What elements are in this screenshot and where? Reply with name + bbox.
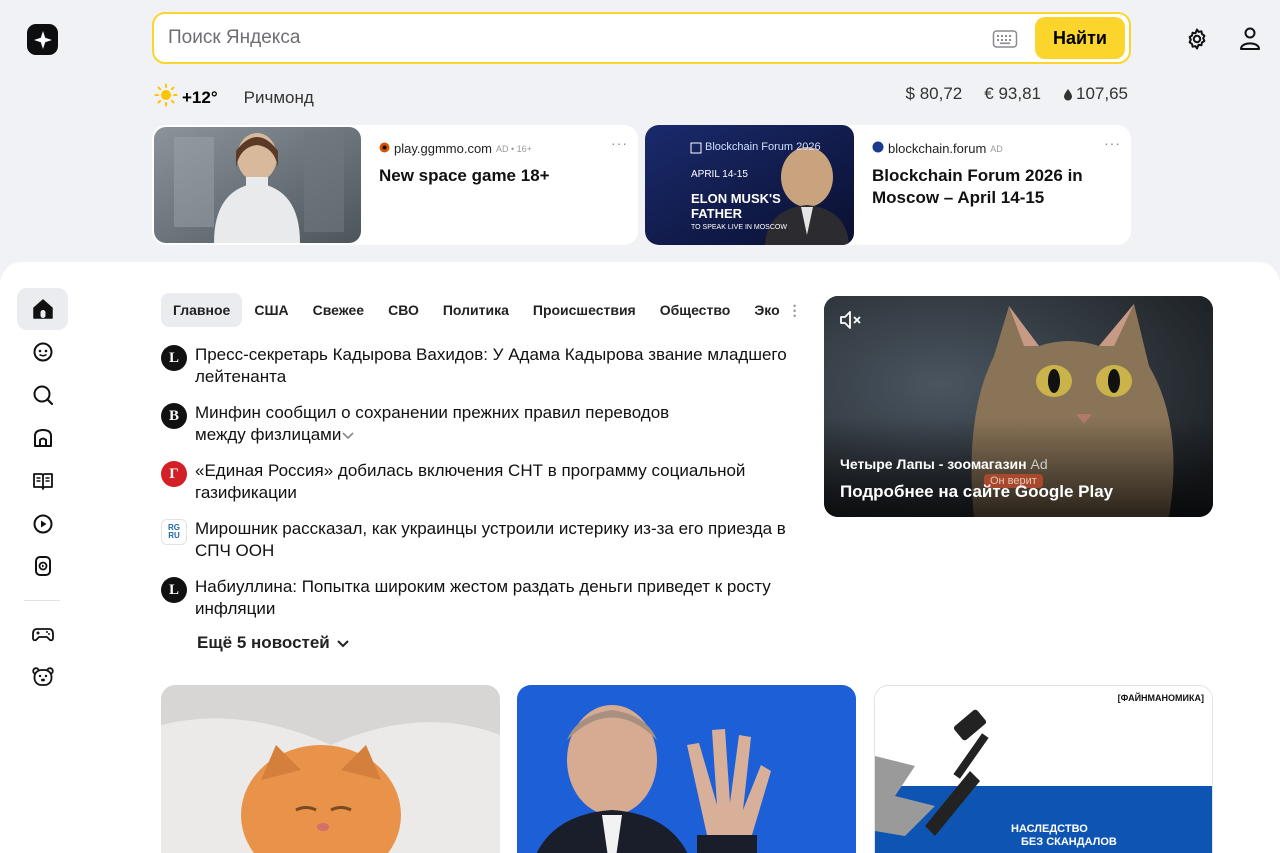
ad-image-headline: ELON MUSK'S FATHER xyxy=(691,191,781,221)
sidebar-search-icon[interactable] xyxy=(17,374,68,416)
sidebar-divider xyxy=(24,600,60,601)
sidebar-games-icon[interactable] xyxy=(17,613,68,655)
ad-image-game xyxy=(154,127,361,243)
sidebar-tv-icon[interactable] xyxy=(17,545,68,587)
news-headline[interactable]: Набиуллина: Попытка широким жестом разда… xyxy=(195,576,801,619)
blockchain-site-icon xyxy=(872,141,884,156)
ad-label: AD • 16+ xyxy=(496,143,532,154)
video-ad-advertiser: Четыре Лапы - зоомагазин Ad xyxy=(840,456,1048,472)
weather-temperature: +12° xyxy=(182,87,218,107)
weather-widget[interactable]: +12° Ричмонд xyxy=(154,83,314,112)
news-source-icon: L xyxy=(161,577,187,603)
more-news-button[interactable]: Ещё 5 новостей xyxy=(197,633,350,653)
news-item[interactable]: L Набиуллина: Попытка широким жестом раз… xyxy=(161,576,801,619)
news-headline[interactable]: Мирошник рассказал, как украинцы устроил… xyxy=(195,518,801,561)
news-item[interactable]: Г «Единая Россия» добилась включения СНТ… xyxy=(161,460,801,503)
sidebar-kids-bear-icon[interactable] xyxy=(17,656,68,698)
news-source-icon: RG RU xyxy=(161,519,187,545)
rate-oil[interactable]: 107,65 xyxy=(1063,84,1128,104)
story-card-putin[interactable] xyxy=(517,685,856,853)
ad-image-blockchain: Blockchain Forum 2026 APRIL 14-15 ELON M… xyxy=(645,125,854,245)
video-ad-cta[interactable]: Подробнее на сайте Google Play xyxy=(840,482,1113,502)
ad-image-date: APRIL 14-15 xyxy=(691,169,748,180)
mute-icon[interactable] xyxy=(838,308,864,337)
news-source-icon: B xyxy=(161,403,187,429)
news-item[interactable]: B Минфин сообщил о сохранении прежних пр… xyxy=(161,402,801,445)
yandex-logo-icon[interactable] xyxy=(27,24,58,55)
sidebar-news-book-icon[interactable] xyxy=(17,460,68,502)
tab-politics[interactable]: Политика xyxy=(431,293,521,327)
ad-card-blockchain[interactable]: Blockchain Forum 2026 APRIL 14-15 ELON M… xyxy=(645,125,1131,245)
story-card-finance[interactable]: [ФАЙНМАНОМИКА] НАСЛЕДСТВО БЕЗ СКАНДАЛОВ xyxy=(874,685,1213,853)
search-input[interactable] xyxy=(168,24,968,52)
news-item[interactable]: RG RU Мирошник рассказал, как украинцы у… xyxy=(161,518,801,561)
chevron-down-icon[interactable] xyxy=(341,425,355,444)
rate-oil-value: 107,65 xyxy=(1076,84,1128,103)
currency-rates: $ 80,72 € 93,81 107,65 xyxy=(906,84,1128,104)
video-ad[interactable]: Он верит Четыре Лапы - зоомагазин Ad Под… xyxy=(824,296,1213,517)
sidebar-video-icon[interactable] xyxy=(17,503,68,545)
ad-card-game[interactable]: play.ggmmo.com AD • 16+ New space game 1… xyxy=(152,125,638,245)
settings-gear-icon[interactable] xyxy=(1184,26,1210,52)
search-button[interactable]: Найти xyxy=(1035,17,1125,59)
chevron-down-icon xyxy=(336,633,350,653)
more-tabs-icon[interactable]: ⋮ xyxy=(788,302,802,319)
news-list: L Пресс-секретарь Кадырова Вахидов: У Ад… xyxy=(161,344,801,634)
news-source-icon: Г xyxy=(161,461,187,487)
news-headline-text: Минфин сообщил о сохранении прежних прав… xyxy=(195,403,670,444)
rate-eur[interactable]: € 93,81 xyxy=(984,84,1041,104)
news-item[interactable]: L Пресс-секретарь Кадырова Вахидов: У Ад… xyxy=(161,344,801,387)
video-ad-advertiser-name: Четыре Лапы - зоомагазин xyxy=(840,456,1027,472)
news-source-icon: L xyxy=(161,345,187,371)
ad-source-blockchain: blockchain.forum AD xyxy=(872,141,1003,156)
tab-economy[interactable]: Эко xyxy=(742,293,783,327)
card-caption-line2: БЕЗ СКАНДАЛОВ xyxy=(1021,836,1117,848)
sidebar-market-icon[interactable] xyxy=(17,417,68,459)
more-options-icon[interactable]: ··· xyxy=(611,135,628,151)
news-headline[interactable]: «Единая Россия» добилась включения СНТ в… xyxy=(195,460,775,503)
tab-main[interactable]: Главное xyxy=(161,293,243,327)
oil-drop-icon xyxy=(1064,88,1072,100)
ad-label: Ad xyxy=(1030,456,1048,472)
ad-source-domain: blockchain.forum xyxy=(888,141,987,156)
ad-title: New space game 18+ xyxy=(379,166,550,185)
weather-city: Ричмонд xyxy=(243,87,314,107)
more-news-label: Ещё 5 новостей xyxy=(197,633,330,652)
search-bar: Найти xyxy=(152,12,1131,64)
ad-source-game: play.ggmmo.com AD • 16+ xyxy=(379,141,532,156)
ad-label: AD xyxy=(990,143,1003,154)
news-headline[interactable]: Пресс-секретарь Кадырова Вахидов: У Адам… xyxy=(195,344,801,387)
tab-society[interactable]: Общество xyxy=(648,293,743,327)
tab-usa[interactable]: США xyxy=(242,293,300,327)
ad-title: Blockchain Forum 2026 in Moscow – April … xyxy=(872,166,1083,207)
card-caption: НАСЛЕДСТВО БЕЗ СКАНДАЛОВ xyxy=(1011,823,1117,849)
more-options-icon[interactable]: ··· xyxy=(1104,135,1121,151)
sidebar-alice-icon[interactable] xyxy=(17,331,68,373)
card-tag: [ФАЙНМАНОМИКА] xyxy=(1117,693,1204,703)
tab-fresh[interactable]: Свежее xyxy=(301,293,376,327)
game-site-icon xyxy=(379,141,390,156)
tab-svo[interactable]: СВО xyxy=(376,293,431,327)
sidebar-home-icon[interactable] xyxy=(17,288,68,330)
sun-icon xyxy=(154,83,178,112)
user-profile-icon[interactable] xyxy=(1237,26,1263,52)
tab-incidents[interactable]: Происшествия xyxy=(521,293,648,327)
news-tabs: Главное США Свежее СВО Политика Происшес… xyxy=(161,293,802,327)
ad-source-domain: play.ggmmo.com xyxy=(394,141,493,156)
main-panel: Главное США Свежее СВО Политика Происшес… xyxy=(0,262,1280,853)
story-card-cat[interactable] xyxy=(161,685,500,853)
card-caption-line1: НАСЛЕДСТВО xyxy=(1011,823,1088,835)
keyboard-icon[interactable] xyxy=(992,29,1018,54)
news-headline[interactable]: Минфин сообщил о сохранении прежних прав… xyxy=(195,402,705,445)
rate-usd[interactable]: $ 80,72 xyxy=(906,84,963,104)
ad-image-sub: TO SPEAK LIVE IN MOSCOW xyxy=(691,224,787,231)
ad-image-title: Blockchain Forum 2026 xyxy=(705,141,821,153)
